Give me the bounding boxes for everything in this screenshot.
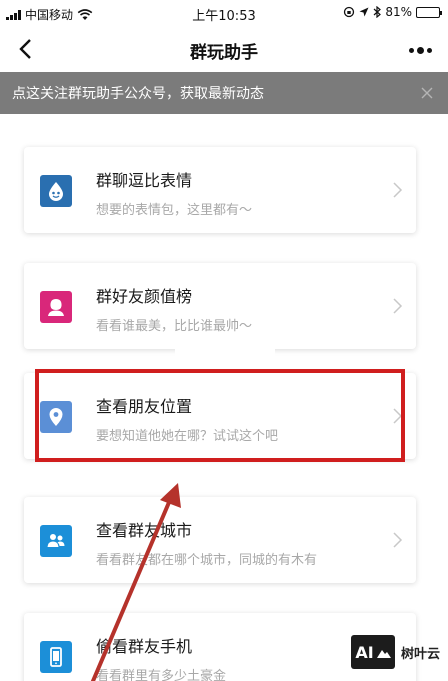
- more-dot-icon: [408, 47, 414, 53]
- more-menu-button[interactable]: [400, 36, 440, 64]
- watermark-text: 树叶云: [400, 646, 440, 662]
- feature-card-emoji[interactable]: 群聊逗比表情 想要的表情包，这里都有～: [24, 147, 416, 233]
- feature-card-friend-city[interactable]: 查看群友城市 看看群友都在哪个城市，同城的有木有: [24, 497, 416, 583]
- close-icon: [421, 87, 433, 99]
- banner-close-button[interactable]: [416, 82, 438, 104]
- feature-title: 偷看群友手机: [96, 637, 193, 656]
- page-title: 群玩助手: [190, 43, 258, 63]
- highlight-box: [35, 369, 405, 462]
- feature-title: 群聊逗比表情: [96, 171, 193, 190]
- feature-title: 群好友颜值榜: [96, 287, 193, 306]
- bluetooth-icon: [373, 6, 382, 18]
- watermark: AI 树叶云: [350, 635, 440, 669]
- phone-icon: [40, 641, 72, 673]
- feature-title: 查看群友城市: [96, 521, 193, 540]
- watermark-logo-text: AI: [355, 642, 374, 662]
- status-bar: 中国移动 上午10:53 81%: [0, 0, 448, 28]
- status-right: 81%: [343, 5, 442, 19]
- mountain-icon: [376, 650, 391, 658]
- chevron-right-icon: [393, 532, 403, 548]
- chevron-right-icon: [393, 182, 403, 198]
- orientation-lock-icon: [344, 6, 355, 18]
- battery-percent: 81%: [385, 5, 412, 19]
- drop-face-icon: [40, 175, 72, 207]
- watermark-logo: AI: [350, 635, 395, 669]
- more-dot-icon: [426, 47, 432, 53]
- follow-banner-text: 点这关注群玩助手公众号，获取最新动态: [12, 86, 264, 102]
- location-arrow-icon: [359, 7, 369, 17]
- more-dot-icon: [416, 46, 424, 54]
- nav-bar: 群玩助手: [0, 28, 448, 72]
- feature-subtitle: 看看群友都在哪个城市，同城的有木有: [96, 553, 318, 568]
- battery-icon: [416, 6, 442, 18]
- feature-subtitle: 看看群里有多少土豪金: [96, 669, 227, 681]
- feature-subtitle: 看看谁最美，比比谁最帅～: [96, 319, 253, 334]
- feature-subtitle: 想要的表情包，这里都有～: [96, 203, 253, 218]
- people-icon: [40, 525, 72, 557]
- follow-banner[interactable]: 点这关注群玩助手公众号，获取最新动态: [0, 72, 448, 114]
- chevron-right-icon: [393, 298, 403, 314]
- person-portrait-icon: [40, 291, 72, 323]
